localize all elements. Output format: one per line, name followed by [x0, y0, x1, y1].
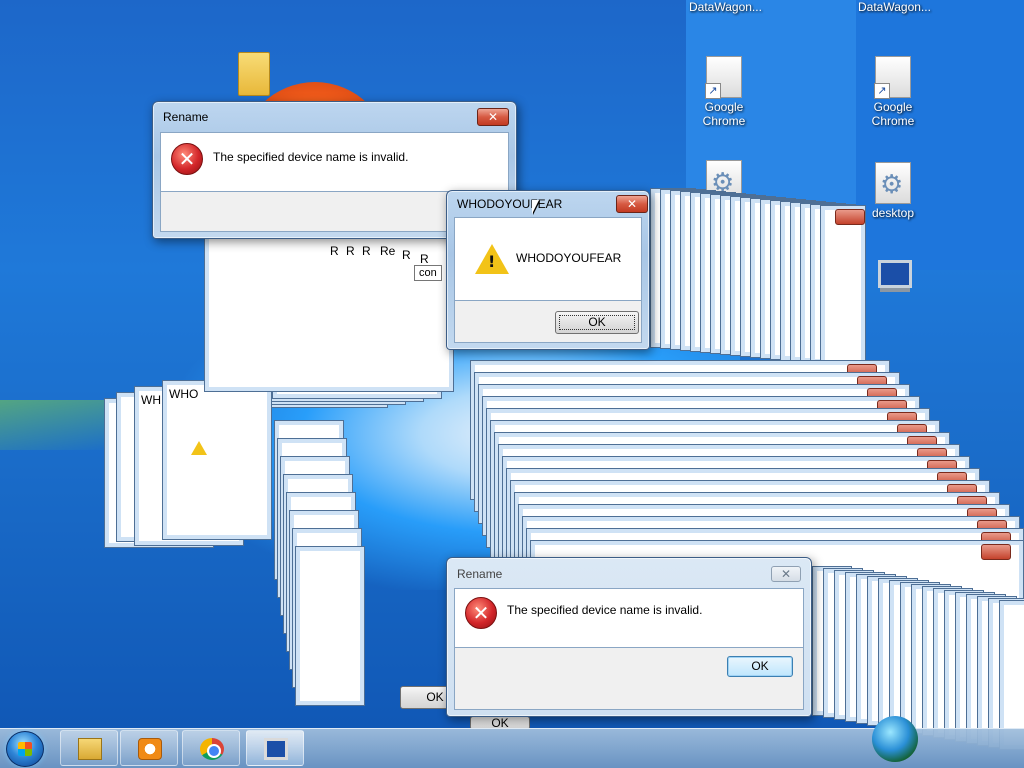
dialog-title-fragment: WH — [141, 393, 161, 407]
stacked-dialog — [295, 546, 365, 706]
dialog-message: WHODOYOUFEAR — [516, 251, 622, 265]
wallpaper-grass — [0, 400, 120, 450]
desktop-icon-label: Google Chrome — [702, 100, 746, 128]
gear-file-icon — [875, 162, 911, 204]
desktop-icon-google-chrome[interactable]: Google Chrome — [684, 56, 764, 128]
close-button — [981, 544, 1011, 560]
taskbar-button-computer[interactable] — [246, 730, 304, 766]
stacked-dialog — [204, 232, 454, 392]
folder-icon[interactable] — [238, 52, 270, 96]
dialog-footer: OK — [454, 301, 642, 343]
dialog-footer: OK — [454, 648, 804, 710]
dialog-title-fragment: R — [346, 244, 355, 258]
wallpaper-panel — [856, 0, 1024, 270]
warning-icon: ! — [475, 244, 509, 274]
dialog-title-fragment: R — [330, 244, 339, 258]
computer-icon — [264, 738, 288, 760]
ok-button[interactable]: OK — [727, 656, 793, 677]
dialog-title: Rename — [163, 110, 209, 124]
dialog-title: WHODOYOUFEAR — [457, 197, 563, 211]
error-icon: ✕ — [465, 597, 497, 629]
folder-icon — [78, 738, 102, 760]
dialog-title-fragment: Re — [380, 244, 396, 258]
dialog-title-fragment: R — [420, 252, 429, 266]
dialog-body: ! WHODOYOUFEAR — [454, 217, 642, 301]
dialog-body: ✕ The specified device name is invalid. — [160, 132, 509, 192]
taskbar-button-chrome[interactable] — [182, 730, 240, 766]
dialog-message: The specified device name is invalid. — [507, 603, 703, 617]
taskbar-button-explorer[interactable] — [60, 730, 118, 766]
whodoyoufear-warning-dialog[interactable]: WHODOYOUFEAR ✕ ! WHODOYOUFEAR OK — [446, 190, 650, 350]
stacked-dialog — [820, 205, 866, 365]
warning-icon — [191, 441, 207, 455]
dialog-title-fragment: R — [402, 248, 411, 262]
ok-button[interactable]: OK — [555, 311, 639, 334]
mouse-cursor — [532, 200, 539, 214]
desktop-icon-google-chrome[interactable]: Google Chrome — [853, 56, 933, 128]
dialog-body: ✕ The specified device name is invalid. — [454, 588, 804, 648]
rename-error-dialog[interactable]: Rename ✕ ✕ The specified device name is … — [446, 557, 812, 717]
media-player-icon — [138, 738, 162, 760]
chrome-icon — [200, 738, 224, 760]
computer-icon[interactable] — [878, 260, 912, 288]
dialog-message: The specified device name is invalid. — [213, 150, 409, 164]
stacked-dialog: WHO — [162, 380, 272, 540]
desktop-icon-label: Google Chrome — [871, 100, 915, 128]
globe-icon — [872, 716, 918, 762]
desktop-icon-label-datawagon[interactable]: DataWagon... — [858, 0, 931, 14]
dialog-title: Rename — [457, 567, 503, 581]
tooltip: con — [414, 265, 442, 281]
close-button[interactable]: ✕ — [771, 566, 801, 582]
error-icon: ✕ — [171, 143, 203, 175]
start-button[interactable] — [6, 731, 44, 767]
taskbar-button-media-player[interactable] — [120, 730, 178, 766]
close-button[interactable]: ✕ — [477, 108, 509, 126]
close-button[interactable]: ✕ — [616, 195, 648, 213]
desktop-icon-label-datawagon[interactable]: DataWagon... — [689, 0, 762, 14]
close-button — [835, 209, 865, 225]
shortcut-icon — [705, 56, 742, 99]
ok-button-label: OK — [588, 315, 606, 329]
dialog-title-fragment: R — [362, 244, 371, 258]
dialog-title-fragment: WHO — [169, 387, 199, 401]
shortcut-icon — [874, 56, 911, 99]
